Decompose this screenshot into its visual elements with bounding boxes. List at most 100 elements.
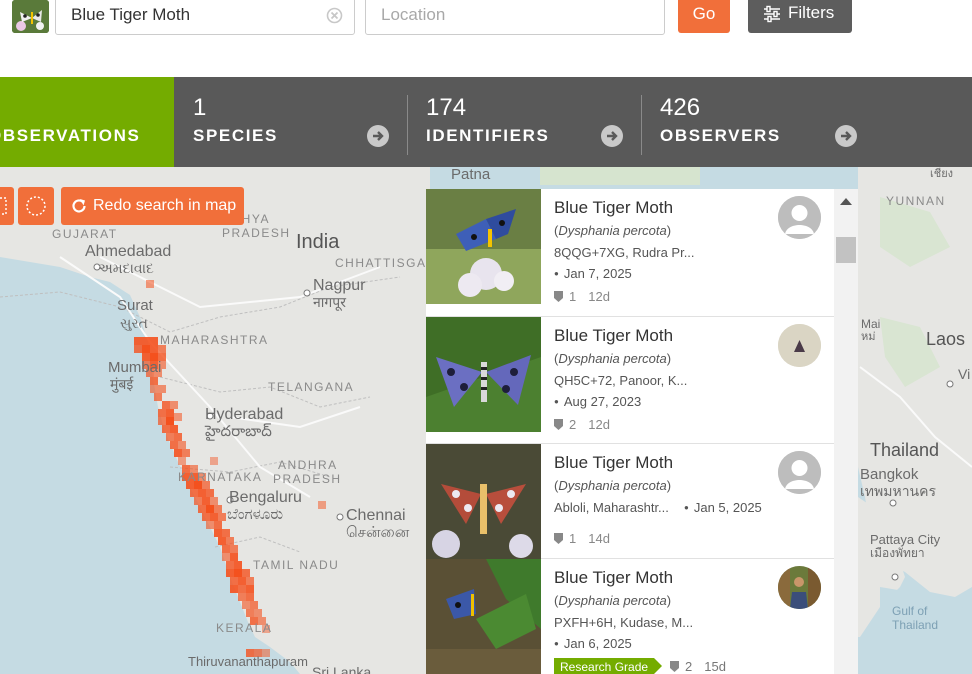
map-label-bengaluru-local: ಬೆಂಗಳೂರು [227, 506, 284, 523]
identification-count: 1 [569, 289, 577, 304]
taxon-thumbnail [12, 0, 49, 33]
map-label-mumbai-local: मुंबई [110, 376, 134, 392]
observation-meta: Research Grade 2 15d [554, 658, 726, 674]
clear-icon[interactable] [326, 7, 343, 24]
scientific-name: (Dysphania percota) [554, 593, 672, 608]
map-label-hyderabad-local: హైదరాబాద్ [205, 423, 272, 440]
filters-button[interactable]: Filters [748, 0, 852, 33]
list-item[interactable]: Blue Tiger Moth (Dysphania percota) QH5C… [426, 317, 834, 444]
map-label-karnataka: KARNATAKA [178, 470, 263, 484]
map-label-gulf-of-thailand: Gulf of Thailand [892, 604, 939, 632]
observed-date: Aug 27, 2023 [554, 394, 641, 409]
map-label-bangkok-local: เทพมหานคร [860, 483, 937, 499]
redo-search-in-map-button[interactable]: Redo search in map [61, 187, 244, 225]
map-label-chhattisgarh: CHHATTISGA [335, 256, 427, 270]
default-user-icon[interactable] [778, 451, 821, 494]
identification-count: 2 [569, 417, 577, 432]
map-label-ahmedabad: Ahmedabad [85, 243, 172, 260]
identification-count: 2 [685, 659, 693, 674]
person-avatar[interactable] [778, 566, 821, 609]
map-label-pradesh: PRADESH [273, 472, 342, 486]
map-label-chiang: เชียง [930, 168, 954, 180]
observations-label: OBSERVATIONS [0, 126, 141, 145]
map-label-sri-lanka: Sri Lanka [312, 664, 372, 674]
identification-icon [554, 419, 563, 430]
location-input[interactable] [366, 0, 664, 34]
map-label-maharashtra: MAHARASHTRA [160, 333, 269, 347]
divider [407, 95, 408, 155]
refresh-icon [72, 199, 86, 213]
map-label-mumbai: Mumbai [108, 359, 162, 376]
map-label-yunnan: YUNNAN [886, 194, 946, 208]
map-label-nagpur: Nagpur [313, 277, 366, 294]
observed-date: Jan 6, 2025 [554, 636, 632, 651]
observation-photo[interactable] [426, 559, 541, 674]
taxon-search-value: Blue Tiger Moth [71, 5, 191, 24]
map-label-kerala: KERALA [216, 621, 273, 635]
scrollbar-thumb[interactable] [836, 237, 856, 263]
rectangle-select-icon [0, 197, 7, 215]
observation-list[interactable]: Blue Tiger Moth (Dysphania percota) 8QQG… [426, 189, 858, 674]
tab-species[interactable]: 1 SPECIES [193, 77, 393, 167]
map-label-pattaya-local: เมืองพัทยา [870, 546, 925, 560]
list-item[interactable]: Blue Tiger Moth (Dysphania percota) PXFH… [426, 559, 834, 674]
map-label-gujarat: GUJARAT [52, 227, 118, 241]
common-name[interactable]: Blue Tiger Moth [554, 198, 673, 218]
map-label-mai: Mai [861, 317, 881, 331]
map-label-thailand: Thailand [870, 440, 940, 460]
redo-search-label: Redo search in map [93, 197, 237, 214]
default-user-icon[interactable] [778, 196, 821, 239]
research-grade-badge: Research Grade [554, 658, 663, 674]
observation-photo[interactable] [426, 444, 541, 559]
map-label-ahmedabad-local: અમદાવાદ [98, 260, 154, 276]
map-label-surat-local: સુરત [120, 315, 148, 331]
arrow-right-icon [601, 125, 623, 147]
identification-icon [670, 661, 680, 672]
identification-icon [554, 291, 563, 302]
map-label-india: India [296, 231, 340, 253]
sliders-icon [764, 5, 780, 23]
scientific-name: (Dysphania percota) [554, 351, 672, 366]
moth-avatar[interactable] [778, 324, 821, 367]
scientific-name: (Dysphania percota) [554, 223, 672, 238]
observation-photo[interactable] [426, 317, 541, 432]
location: QH5C+72, Panoor, K... [554, 373, 688, 388]
tab-observations[interactable]: OBSERVATIONS [0, 77, 174, 167]
map-label-tamil-nadu: TAMIL NADU [253, 558, 340, 572]
list-item[interactable]: Blue Tiger Moth (Dysphania percota) Ablo… [426, 444, 834, 559]
observers-label: OBSERVERS [660, 126, 781, 145]
scroll-up-icon[interactable] [840, 198, 852, 205]
arrow-right-icon [367, 125, 389, 147]
map-label-nagpur-local: नागपूर [313, 294, 346, 310]
taxon-search-input[interactable]: Blue Tiger Moth [55, 0, 355, 35]
common-name[interactable]: Blue Tiger Moth [554, 568, 673, 588]
map-label-patna: Patna [451, 167, 491, 183]
arrow-right-icon [835, 125, 857, 147]
divider [641, 95, 642, 155]
identification-count: 1 [569, 531, 577, 546]
common-name[interactable]: Blue Tiger Moth [554, 453, 673, 473]
species-count: 1 [193, 94, 207, 121]
tab-identifiers[interactable]: 174 IDENTIFIERS [426, 77, 626, 167]
map-label-laos: Laos [926, 329, 966, 349]
go-button[interactable]: Go [678, 0, 730, 33]
observation-age: 12d [588, 417, 610, 432]
map-label-andhra: ANDHRA [278, 458, 338, 472]
map-label-mai-local: หม่ [861, 331, 876, 343]
map-label-chennai: Chennai [346, 507, 406, 524]
species-label: SPECIES [193, 126, 278, 145]
observation-photo[interactable] [426, 189, 541, 304]
common-name[interactable]: Blue Tiger Moth [554, 326, 673, 346]
draw-circle-button[interactable] [18, 187, 54, 225]
observation-meta: 1 12d [554, 289, 610, 304]
scientific-name: (Dysphania percota) [554, 478, 672, 493]
draw-rectangle-button[interactable] [0, 187, 14, 225]
location: 8QQG+7XG, Rudra Pr... [554, 245, 695, 260]
list-scrollbar[interactable] [834, 189, 858, 674]
circle-select-icon [26, 196, 46, 216]
observers-count: 426 [660, 94, 701, 121]
observed-date: Jan 5, 2025 [684, 500, 762, 515]
tab-observers[interactable]: 426 OBSERVERS [660, 77, 860, 167]
observation-age: 14d [588, 531, 610, 546]
list-item[interactable]: Blue Tiger Moth (Dysphania percota) 8QQG… [426, 189, 834, 317]
